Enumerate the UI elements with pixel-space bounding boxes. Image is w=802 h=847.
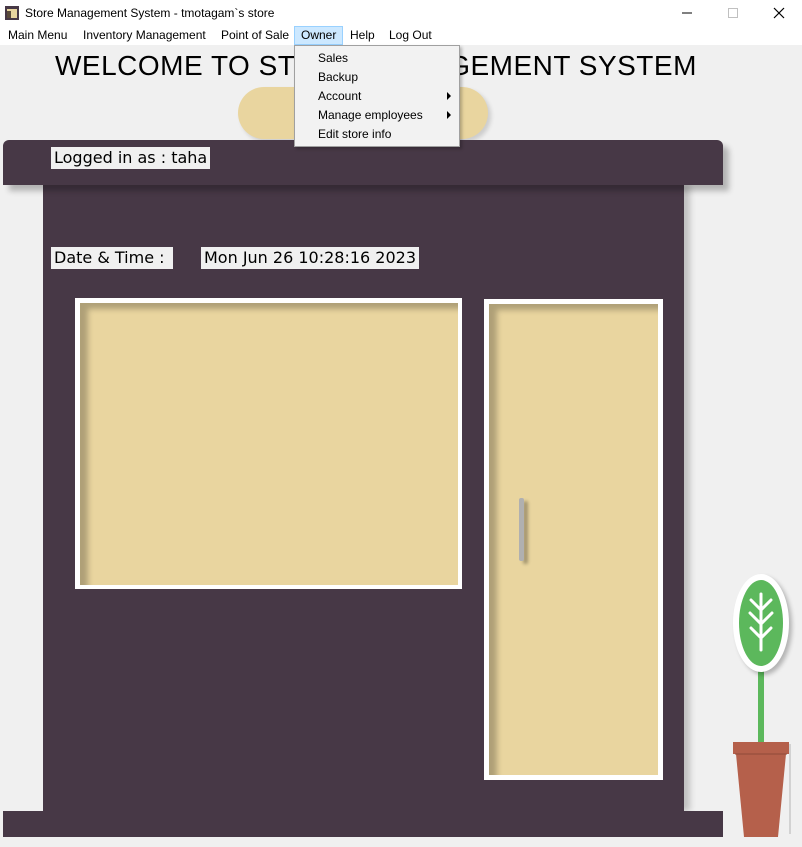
minimize-icon (682, 12, 692, 14)
door-handle (519, 498, 524, 561)
datetime-value: Mon Jun 26 10:28:16 2023 (201, 247, 420, 269)
close-icon (773, 7, 785, 19)
maximize-icon (728, 8, 738, 18)
menu-point-of-sale[interactable]: Point of Sale (215, 27, 295, 44)
menu-main-menu[interactable]: Main Menu (2, 27, 73, 44)
dropdown-item-backup[interactable]: Backup (318, 70, 358, 84)
store-door (489, 304, 658, 775)
minimize-button[interactable] (664, 0, 710, 26)
datetime-label: Date & Time : (51, 247, 173, 269)
menu-inventory-management[interactable]: Inventory Management (77, 27, 212, 44)
leaf-vein-icon (748, 592, 774, 652)
dropdown-item-sales[interactable]: Sales (318, 51, 348, 65)
app-icon (5, 6, 19, 20)
title-bar: Store Management System - tmotagam`s sto… (0, 0, 802, 26)
dropdown-item-manage-employees[interactable]: Manage employees (318, 108, 423, 122)
maximize-button[interactable] (710, 0, 756, 26)
logged-in-label: Logged in as : taha (51, 147, 211, 169)
plant-pot (733, 742, 791, 837)
plant-stem (758, 666, 764, 746)
submenu-arrow-icon (447, 111, 451, 119)
menu-log-out[interactable]: Log Out (383, 27, 438, 44)
plant-leaf (739, 580, 783, 666)
dropdown-item-edit-store-info[interactable]: Edit store info (318, 127, 391, 141)
close-button[interactable] (756, 0, 802, 26)
store-window (80, 303, 458, 585)
dropdown-item-account[interactable]: Account (318, 89, 361, 103)
submenu-arrow-icon (447, 92, 451, 100)
owner-dropdown-menu: Sales Backup Account Manage employees Ed… (294, 45, 460, 147)
store-base (3, 811, 723, 837)
menu-help[interactable]: Help (344, 27, 381, 44)
menu-owner[interactable]: Owner (294, 26, 344, 45)
window-title: Store Management System - tmotagam`s sto… (25, 6, 275, 20)
